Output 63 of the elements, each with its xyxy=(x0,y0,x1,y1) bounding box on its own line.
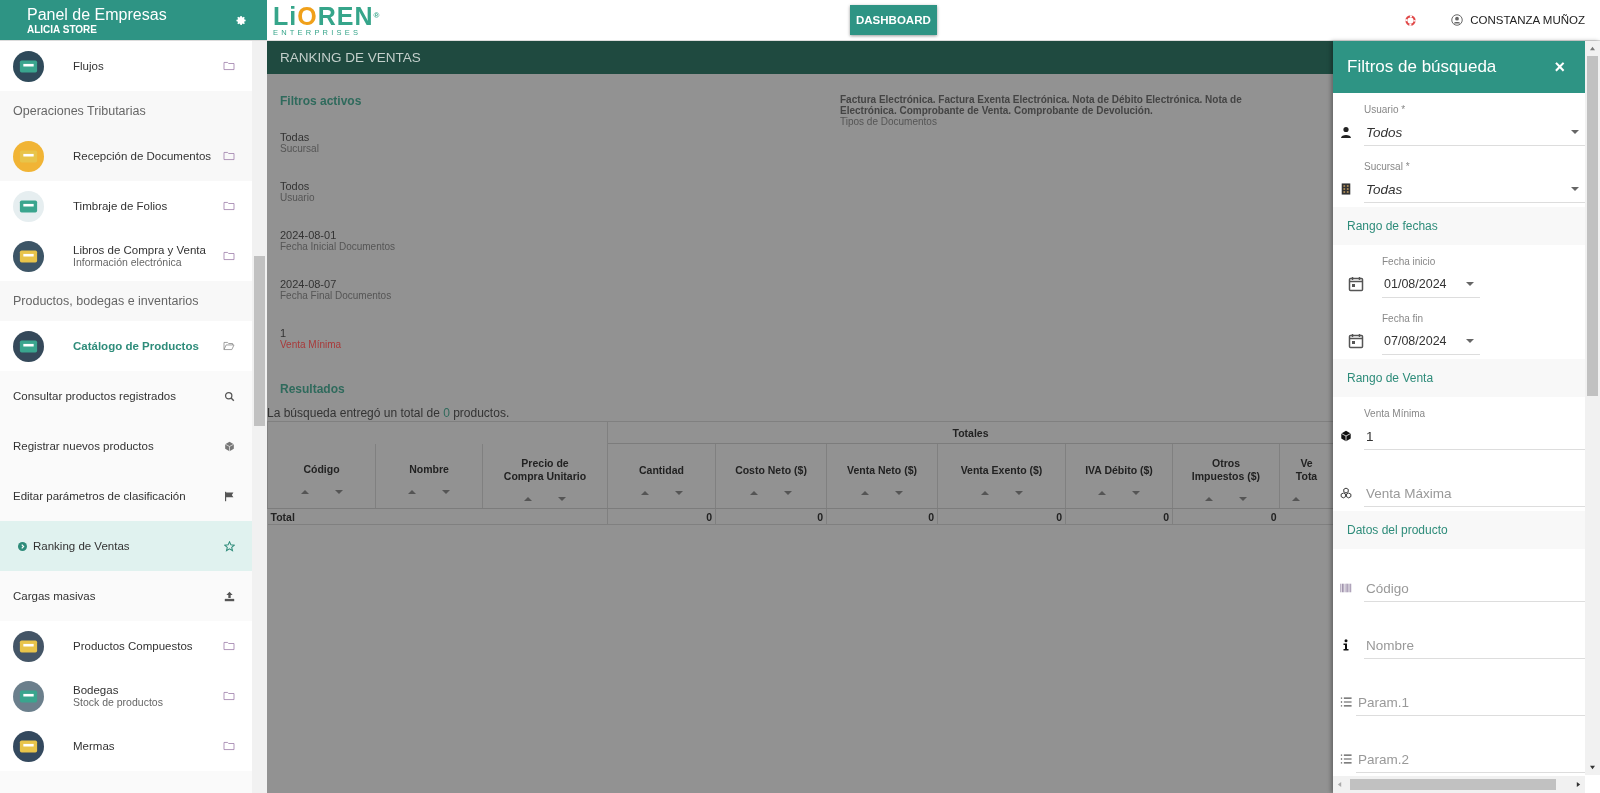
menu-link[interactable]: Ranking de Ventas xyxy=(0,521,252,571)
menu-item[interactable]: Libros de Compra y Venta Información electrónica xyxy=(0,231,252,281)
menu-item[interactable]: Mermas xyxy=(0,721,252,771)
field-label: Usuario * xyxy=(1364,104,1407,115)
menu-item[interactable]: Flujos xyxy=(0,41,252,91)
menu-item-label: Libros de Compra y Venta xyxy=(73,244,207,256)
menu-item[interactable]: Timbraje de Folios xyxy=(0,181,252,231)
field-label: Fecha fin xyxy=(1382,313,1425,324)
table-cell: 0 xyxy=(1163,510,1169,523)
field-label: Sucursal * xyxy=(1364,161,1411,172)
filter-label: Venta Mínima xyxy=(280,339,343,350)
filter-value: 2024-08-01 xyxy=(280,230,338,241)
document-types-text: Electrónica. Comprobante de Venta. Comprobante de Devolución. xyxy=(840,105,1154,116)
column-group-header: Totales xyxy=(607,421,1333,444)
field-label: Venta Mínima xyxy=(1364,408,1427,419)
company-name: ALICIA STORE xyxy=(27,23,98,35)
field-label: Fecha inicio xyxy=(1382,256,1437,267)
filter-label: Fecha Inicial Documentos xyxy=(280,241,397,252)
dashboard-button[interactable]: DASHBOARD xyxy=(850,5,937,35)
menu-link-label: Consultar productos registrados xyxy=(13,390,177,402)
section-heading: Datos del producto xyxy=(1333,511,1585,549)
menu-item-label: Timbraje de Folios xyxy=(73,200,169,212)
filter-value: 1 xyxy=(280,328,288,339)
filter-label: Sucursal xyxy=(280,143,320,154)
document-types-text: Factura Electrónica. Factura Exenta Electrónica. Nota de Débito Electrónica. Nota de xyxy=(840,94,1242,105)
filter-value: Todos xyxy=(280,181,311,192)
table-cell: 0 xyxy=(928,510,934,523)
menu-item[interactable]: Bodegas Stock de productos xyxy=(0,671,252,721)
menu-item-label: Bodegas xyxy=(73,684,120,696)
menu-item-label: Mermas xyxy=(73,740,116,752)
menu-link-label: Cargas masivas xyxy=(13,590,97,602)
date-field[interactable]: 01/08/2024 xyxy=(1382,271,1480,298)
table-cell: 0 xyxy=(817,510,823,523)
table-cell: 0 xyxy=(1270,510,1277,523)
table-cell: 0 xyxy=(1056,510,1062,523)
menu-item-label: Catálogo de Productos xyxy=(73,340,200,352)
table-cell: 0 xyxy=(706,510,712,523)
menu-item[interactable]: Productos Compuestos xyxy=(0,621,252,671)
menu-item-subtitle: Información electrónica xyxy=(73,256,183,268)
active-filters-heading: Filtros activos xyxy=(280,94,363,108)
menu-item-label: Flujos xyxy=(73,60,105,72)
filter-label: Usuario xyxy=(280,192,316,203)
panel-title: Filtros de búsqueda xyxy=(1347,57,1497,77)
results-heading: Resultados xyxy=(280,382,345,396)
panel-title: Panel de Empresas xyxy=(27,5,167,24)
menu-item-subtitle: Stock de productos xyxy=(73,696,164,708)
menu-item-label: Productos Compuestos xyxy=(73,640,194,652)
section-heading: Rango de Venta xyxy=(1333,359,1585,397)
filter-value: 2024-08-07 xyxy=(280,279,338,290)
filter-label: Fecha Final Documentos xyxy=(280,290,393,301)
menu-link-label: Registrar nuevos productos xyxy=(13,440,155,452)
close-button[interactable]: × xyxy=(1554,56,1565,78)
menu-link-label: Ranking de Ventas xyxy=(33,540,131,552)
menu-item[interactable]: Catálogo de Productos xyxy=(0,321,252,371)
section-heading: Rango de fechas xyxy=(1333,207,1585,245)
menu-item-label: Recepción de Documentos xyxy=(73,150,213,162)
page-title: RANKING DE VENTAS xyxy=(280,50,421,65)
table-cell: Total xyxy=(270,510,295,523)
filter-value: Todas xyxy=(280,132,311,143)
menu-link-label: Editar parámetros de clasificación xyxy=(13,490,187,502)
user-name[interactable]: CONSTANZA MUÑOZ xyxy=(1470,14,1585,26)
results-summary: La búsqueda entregó un total de 0 productos. xyxy=(267,406,511,420)
date-field[interactable]: 07/08/2024 xyxy=(1382,328,1480,355)
